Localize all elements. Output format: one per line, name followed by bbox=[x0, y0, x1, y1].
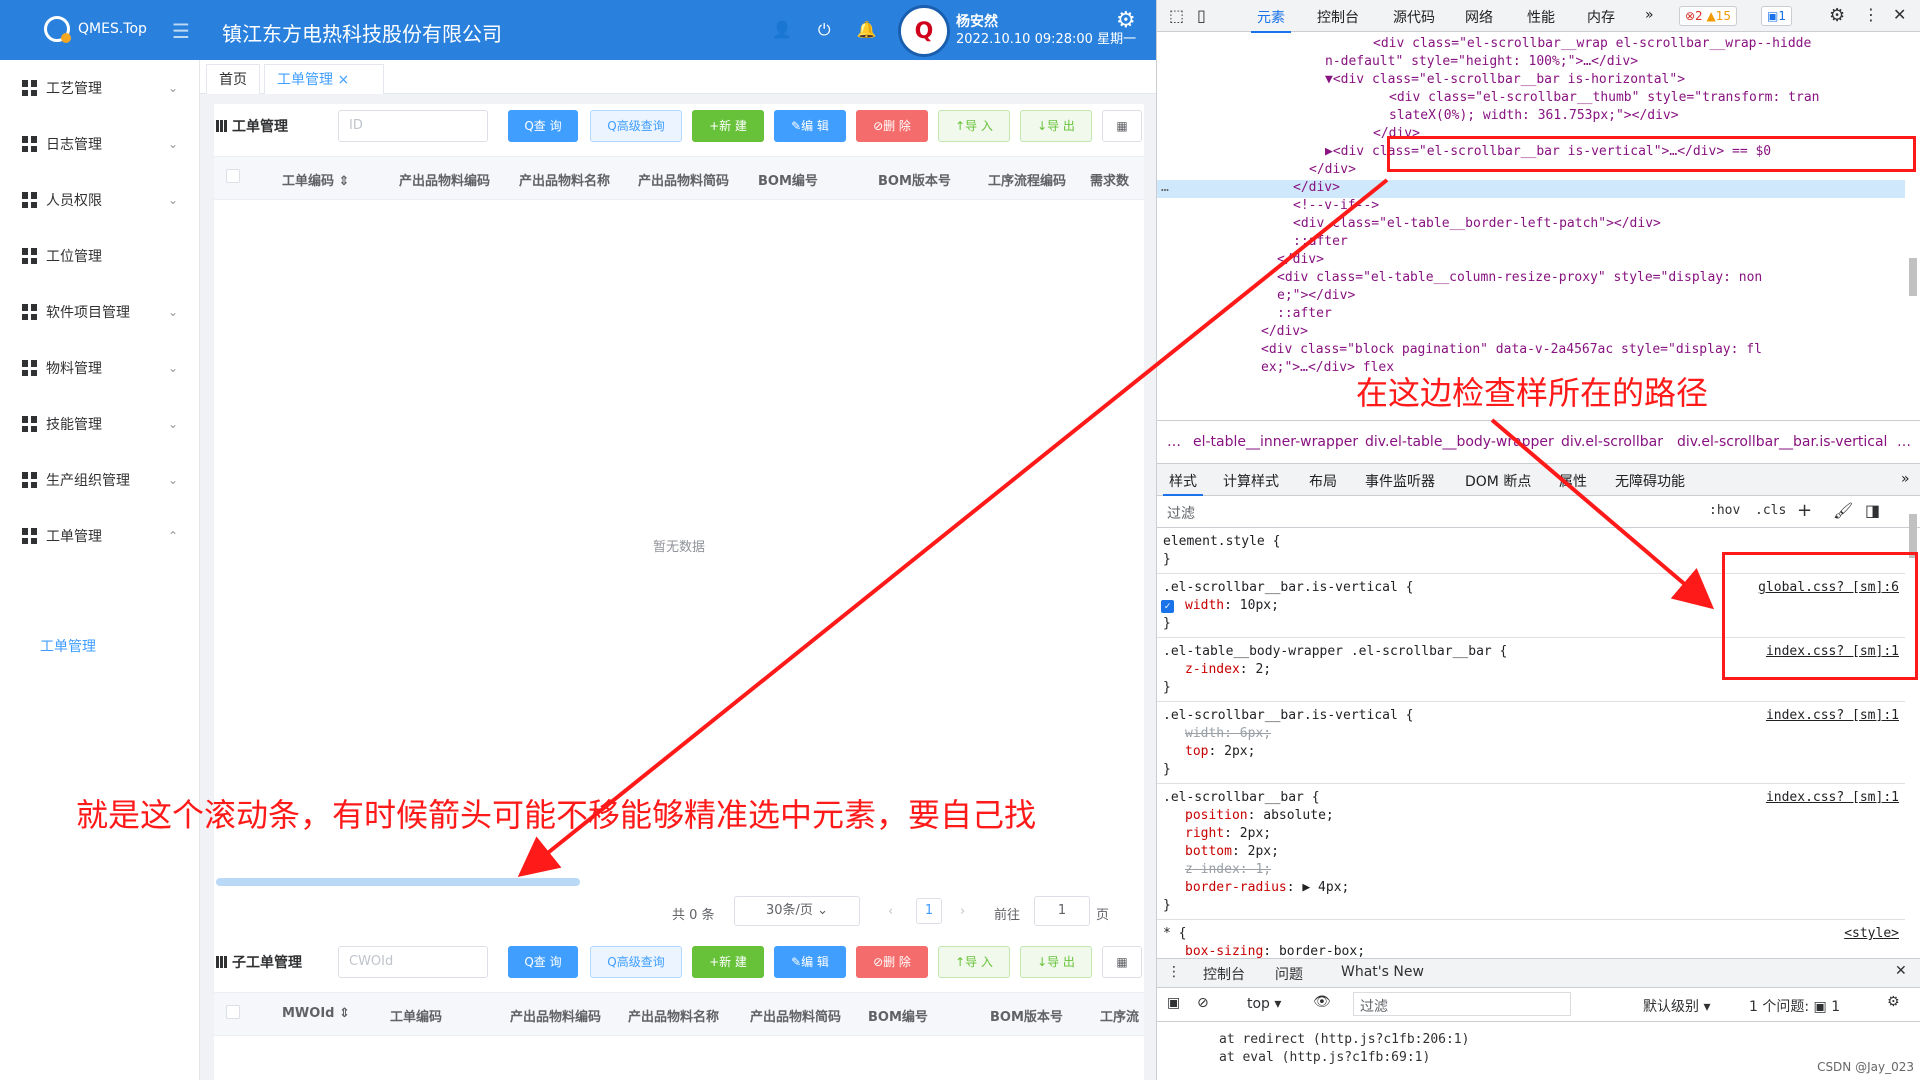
annotation-arrows bbox=[517, 178, 1715, 878]
annotation-text-left: 就是这个滚动条，有时候箭头可能不移能够精准选中元素，要自己找 bbox=[76, 796, 1037, 834]
annotation-text-right: 在这边检查样所在的路径 bbox=[1356, 374, 1709, 412]
